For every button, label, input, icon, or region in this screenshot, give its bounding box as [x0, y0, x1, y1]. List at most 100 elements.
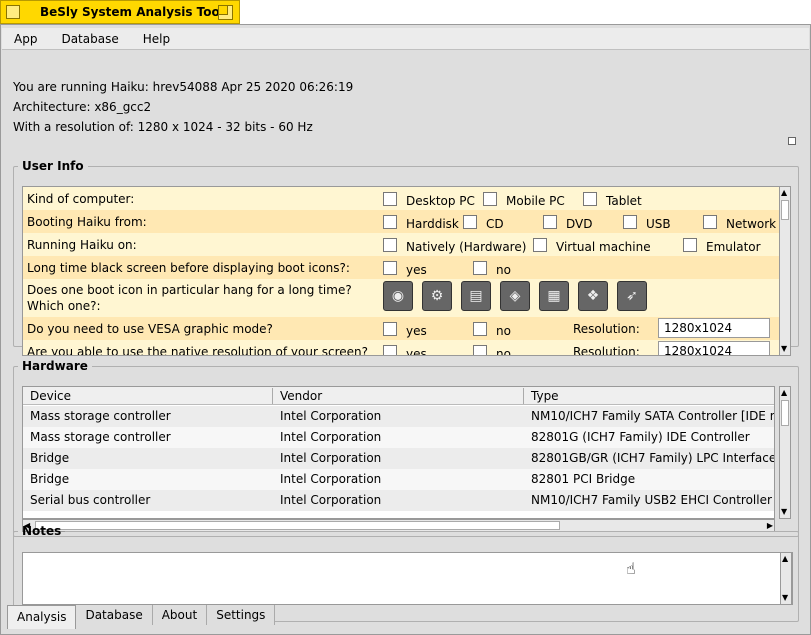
dvd-label: DVD [566, 217, 593, 231]
window-title: BeSly System Analysis Tool [40, 5, 224, 19]
tab-settings[interactable]: Settings [207, 605, 276, 625]
hang-row: Does one boot icon in particular hang fo… [23, 279, 782, 317]
boot-question: Booting Haiku from: [27, 215, 147, 229]
vesa-resolution-input[interactable]: 1280x1024 [658, 318, 770, 338]
type-cell: NM10/ICH7 Family SATA Controller [IDE mo… [531, 409, 774, 423]
notes-legend: Notes [22, 524, 62, 538]
native-resolution-label: Resolution: [573, 345, 640, 356]
small-checkbox[interactable] [788, 137, 796, 145]
table-row[interactable]: Bridge Intel Corporation 82801 PCI Bridg… [23, 469, 774, 490]
native-question: Are you able to use the native resolutio… [27, 345, 368, 356]
vendor-cell: Intel Corporation [280, 451, 382, 465]
type-cell: 82801 PCI Bridge [531, 472, 636, 486]
desktop-pc-checkbox[interactable] [383, 192, 397, 206]
hang-question-line2: Which one?: [27, 299, 101, 313]
desktop-pc-label: Desktop PC [406, 194, 475, 208]
close-button[interactable] [6, 5, 20, 19]
hand-cursor-icon: ☝ [626, 559, 636, 578]
boot-icon-drive[interactable]: ⚙ [422, 281, 452, 311]
user-info-box: User Info Kind of computer: Desktop PC M… [13, 159, 799, 356]
kind-row: Kind of computer: Desktop PC Mobile PC T… [23, 187, 782, 210]
device-cell: Serial bus controller [30, 493, 151, 507]
window-tab[interactable]: BeSly System Analysis Tool [0, 0, 240, 24]
device-cell: Mass storage controller [30, 430, 171, 444]
table-row[interactable]: Mass storage controller Intel Corporatio… [23, 406, 774, 427]
scroll-up-icon[interactable]: ▲ [782, 554, 788, 564]
native-no-checkbox[interactable] [473, 345, 487, 355]
tablet-checkbox[interactable] [583, 192, 597, 206]
black-screen-row: Long time black screen before displaying… [23, 256, 782, 279]
virtual-machine-checkbox[interactable] [533, 238, 547, 252]
device-cell: Mass storage controller [30, 409, 171, 423]
tab-database[interactable]: Database [76, 605, 153, 625]
column-device[interactable]: Device [23, 388, 273, 404]
notes-textarea[interactable] [22, 552, 793, 605]
hang-question-line1: Does one boot icon in particular hang fo… [27, 283, 352, 297]
column-vendor[interactable]: Vendor [273, 388, 524, 404]
scroll-up-icon[interactable]: ▲ [781, 388, 787, 398]
scroll-down-icon[interactable]: ▼ [781, 507, 787, 517]
vesa-yes-label: yes [406, 324, 427, 338]
usb-label: USB [646, 217, 671, 231]
vesa-no-checkbox[interactable] [473, 322, 487, 336]
scroll-down-icon[interactable]: ▼ [781, 344, 787, 354]
zoom-button[interactable] [218, 5, 233, 20]
virtual-machine-label: Virtual machine [556, 240, 651, 254]
black-no-label: no [496, 263, 511, 277]
main-window: App Database Help You are running Haiku:… [0, 24, 811, 635]
boot-icon-card[interactable]: ▤ [461, 281, 491, 311]
boot-icon-memory[interactable]: ▦ [539, 281, 569, 311]
dvd-checkbox[interactable] [543, 215, 557, 229]
vesa-question: Do you need to use VESA graphic mode? [27, 322, 273, 336]
black-yes-checkbox[interactable] [383, 261, 397, 275]
table-row[interactable]: Bridge Intel Corporation 82801GB/GR (ICH… [23, 448, 774, 469]
menu-help[interactable]: Help [131, 32, 182, 46]
vesa-yes-checkbox[interactable] [383, 322, 397, 336]
black-no-checkbox[interactable] [473, 261, 487, 275]
scroll-down-icon[interactable]: ▼ [782, 593, 788, 603]
notes-scrollbar[interactable]: ▲ ▼ [780, 552, 792, 605]
native-resolution-input[interactable]: 1280x1024 [658, 341, 770, 355]
natively-checkbox[interactable] [383, 238, 397, 252]
native-yes-checkbox[interactable] [383, 345, 397, 355]
vendor-cell: Intel Corporation [280, 430, 382, 444]
column-type[interactable]: Type [524, 388, 774, 404]
boot-icon-volume[interactable]: ◈ [500, 281, 530, 311]
emulator-checkbox[interactable] [683, 238, 697, 252]
cd-label: CD [486, 217, 504, 231]
native-no-label: no [496, 347, 511, 356]
boot-icon-disk[interactable]: ◉ [383, 281, 413, 311]
vesa-no-label: no [496, 324, 511, 338]
tab-analysis[interactable]: Analysis [7, 605, 77, 629]
black-yes-label: yes [406, 263, 427, 277]
black-screen-question: Long time black screen before displaying… [27, 261, 350, 275]
system-info: You are running Haiku: hrev54088 Apr 25 … [13, 77, 353, 137]
hardware-vscrollbar[interactable]: ▲ ▼ [779, 386, 791, 519]
type-cell: 82801G (ICH7 Family) IDE Controller [531, 430, 750, 444]
scroll-up-icon[interactable]: ▲ [781, 188, 787, 198]
table-row[interactable]: Serial bus controller Intel Corporation … [23, 490, 774, 511]
hardware-box: Hardware Device Vendor Type Mass storage… [13, 359, 799, 537]
boot-icon-devices[interactable]: ❖ [578, 281, 608, 311]
user-info-scrollbar[interactable]: ▲ ▼ [779, 186, 791, 356]
mobile-pc-checkbox[interactable] [483, 192, 497, 206]
usb-checkbox[interactable] [623, 215, 637, 229]
harddisk-checkbox[interactable] [383, 215, 397, 229]
tab-bar: Analysis Database About Settings [7, 605, 276, 629]
hang-question: Does one boot icon in particular hang fo… [27, 282, 352, 314]
cd-checkbox[interactable] [463, 215, 477, 229]
user-info-scroll-thumb[interactable] [781, 200, 789, 220]
menu-app[interactable]: App [2, 32, 49, 46]
resolution-info: With a resolution of: 1280 x 1024 - 32 b… [13, 120, 313, 134]
vendor-cell: Intel Corporation [280, 472, 382, 486]
tab-about[interactable]: About [152, 605, 208, 625]
boot-icons: ◉ ⚙ ▤ ◈ ▦ ❖ ➶ [383, 281, 647, 311]
boot-icon-rocket[interactable]: ➶ [617, 281, 647, 311]
menu-database[interactable]: Database [49, 32, 130, 46]
haiku-version: You are running Haiku: hrev54088 Apr 25 … [13, 80, 354, 94]
table-row[interactable]: Mass storage controller Intel Corporatio… [23, 427, 774, 448]
hardware-vscroll-thumb[interactable] [781, 400, 789, 426]
type-cell: NM10/ICH7 Family USB2 EHCI Controller [531, 493, 772, 507]
device-cell: Bridge [30, 472, 70, 486]
network-checkbox[interactable] [703, 215, 717, 229]
